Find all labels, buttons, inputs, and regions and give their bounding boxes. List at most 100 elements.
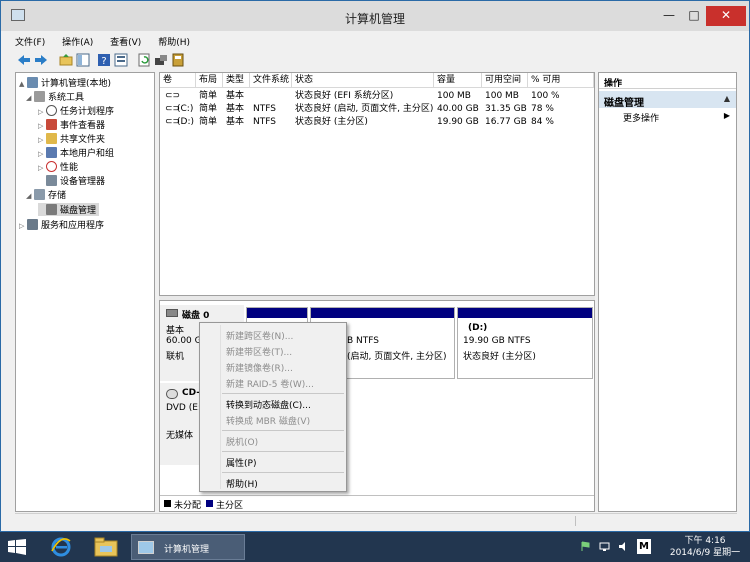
clock-icon: [46, 105, 57, 116]
system-clock[interactable]: 下午 4:16 2014/6/9 星期一: [664, 535, 746, 559]
collapse-up-icon[interactable]: ▲: [724, 94, 730, 103]
menu-file[interactable]: 文件(F): [15, 35, 45, 48]
file-explorer-icon[interactable]: [94, 536, 118, 558]
tree-expander[interactable]: ▷: [38, 122, 46, 130]
windows-start-icon[interactable]: [8, 539, 26, 555]
column-header-volume[interactable]: 卷: [160, 73, 196, 88]
cdrom-status: 无媒体: [166, 431, 194, 441]
tree-item-shared-folders[interactable]: ▷ 共享文件夹: [38, 132, 105, 145]
partition-c-status: (启动, 页面文件, 主分区): [347, 352, 447, 362]
volume-icon: ⊂⊃: [165, 91, 181, 101]
cell-filesystem: [250, 90, 253, 103]
tree-item-performance[interactable]: ▷ 性能: [38, 160, 78, 173]
up-folder-icon[interactable]: [59, 53, 73, 67]
context-menu: 新建跨区卷(N)... 新建带区卷(T)... 新建镜像卷(R)... 新建 R…: [199, 322, 347, 492]
column-header-percent-free[interactable]: % 可用: [528, 73, 594, 88]
menu-view[interactable]: 查看(V): [110, 35, 141, 48]
menu-item-convert-mbr[interactable]: 转换成 MBR 磁盘(V): [226, 414, 310, 427]
tree-expander[interactable]: ▷: [38, 164, 46, 172]
tree-item-label: 设备管理器: [60, 177, 106, 187]
menu-item-convert-dynamic[interactable]: 转换到动态磁盘(C)...: [226, 398, 311, 411]
cd-drive-icon: [166, 389, 178, 399]
tree-expander[interactable]: ◢: [26, 94, 34, 102]
legend-label-unallocated: 未分配: [174, 501, 202, 511]
action-center-flag-icon[interactable]: [580, 541, 591, 552]
network-icon[interactable]: [599, 541, 610, 552]
status-divider: [575, 516, 576, 526]
column-header-layout[interactable]: 布局: [196, 73, 223, 88]
menu-item-offline[interactable]: 脱机(O): [226, 435, 258, 448]
menu-item-new-mirrored-volume[interactable]: 新建镜像卷(R)...: [226, 361, 293, 374]
tree-item-disk-management[interactable]: 磁盘管理: [38, 203, 100, 216]
users-icon: [46, 147, 57, 158]
hard-disk-icon: [166, 309, 178, 317]
volume-speaker-icon[interactable]: [618, 541, 629, 552]
column-header-filesystem[interactable]: 文件系统: [250, 73, 292, 88]
cell-status: 状态良好 (启动, 页面文件, 主分区): [295, 104, 434, 114]
column-header-free-space[interactable]: 可用空间: [482, 73, 528, 88]
partition-d[interactable]: (D:) 19.90 GB NTFS 状态良好 (主分区): [457, 307, 593, 379]
partition-d-status: 状态良好 (主分区): [463, 352, 536, 362]
tree-item-label: 计算机管理(本地): [41, 79, 112, 89]
forward-arrow-icon[interactable]: [34, 53, 48, 67]
menu-gutter: [220, 325, 221, 489]
tree-expander[interactable]: ▷: [38, 136, 46, 144]
ime-indicator[interactable]: M: [637, 539, 651, 554]
tree-item-computer-management[interactable]: ▲ 计算机管理(本地): [19, 76, 111, 89]
taskbar-app-computer-management[interactable]: 计算机管理: [131, 534, 245, 560]
tree-item-storage[interactable]: ◢ 存储: [26, 188, 66, 201]
menu-action[interactable]: 操作(A): [62, 35, 93, 48]
column-header-type[interactable]: 类型: [223, 73, 250, 88]
cell-volume: (D:): [177, 117, 194, 127]
tree-item-task-scheduler[interactable]: ▷ 任务计划程序: [38, 104, 114, 117]
tree-item-event-viewer[interactable]: ▷ 事件查看器: [38, 118, 105, 131]
help-icon[interactable]: ?: [97, 53, 111, 67]
refresh-icon[interactable]: [137, 53, 151, 67]
menu-separator: [222, 430, 344, 431]
menu-help[interactable]: 帮助(H): [158, 35, 190, 48]
title-bar[interactable]: 计算机管理 — □ ✕: [1, 1, 749, 31]
tree-item-label: 性能: [60, 163, 79, 173]
tree-item-local-users[interactable]: ▷ 本地用户和组: [38, 146, 114, 159]
tree-expander[interactable]: ▷: [38, 150, 46, 158]
properties-icon[interactable]: [114, 53, 128, 67]
minimize-button[interactable]: —: [657, 6, 681, 26]
cell-capacity: 100 MB: [437, 91, 471, 101]
cell-type: 基本: [226, 104, 245, 114]
tree-expander[interactable]: ◢: [26, 192, 34, 200]
menu-item-properties[interactable]: 属性(P): [226, 456, 256, 469]
actions-header: 操作: [599, 73, 736, 89]
close-button[interactable]: ✕: [706, 6, 746, 26]
tools-icon: [34, 91, 45, 102]
back-arrow-icon[interactable]: [17, 53, 31, 67]
column-header-status[interactable]: 状态: [292, 73, 434, 88]
menu-separator: [222, 451, 344, 452]
legend: 未分配 主分区: [160, 495, 594, 511]
menu-item-new-raid5-volume[interactable]: 新建 RAID-5 卷(W)...: [226, 377, 314, 390]
tree-expander[interactable]: ▲: [19, 80, 27, 88]
legend-swatch-unallocated: [164, 500, 171, 507]
partition-d-label: (D:): [468, 323, 488, 333]
maximize-button[interactable]: □: [683, 6, 705, 26]
tree-expander[interactable]: ▷: [19, 222, 27, 230]
cell-type: 基本: [226, 91, 245, 101]
tree-item-system-tools[interactable]: ◢ 系统工具: [26, 90, 84, 103]
internet-explorer-icon[interactable]: [50, 536, 72, 558]
column-header-capacity[interactable]: 容量: [434, 73, 482, 88]
menu-item-new-striped-volume[interactable]: 新建带区卷(T)...: [226, 345, 292, 358]
disk-icon[interactable]: [171, 53, 185, 67]
navigation-tree: ▲ 计算机管理(本地) ◢ 系统工具 ▷ 任务计划程序 ▷ 事件查看器 ▷ 共享文件夹 ▷…: [15, 72, 155, 512]
actions-more-actions[interactable]: 更多操作 ▶: [599, 110, 736, 124]
tree-item-services[interactable]: ▷ 服务和应用程序: [19, 218, 104, 231]
event-viewer-icon: [46, 119, 57, 130]
taskbar: 计算机管理 M 下午 4:16 2014/6/9 星期一: [0, 532, 750, 562]
tree-item-device-manager[interactable]: 设备管理器: [38, 174, 105, 187]
svg-text:?: ?: [101, 56, 106, 67]
menu-item-help[interactable]: 帮助(H): [226, 477, 258, 490]
cell-capacity: 19.90 GB: [437, 117, 479, 127]
actions-section-disk-management[interactable]: 磁盘管理 ▲: [599, 91, 736, 109]
export-icon[interactable]: [154, 53, 168, 67]
tree-expander[interactable]: ▷: [38, 108, 46, 116]
menu-item-new-spanned-volume[interactable]: 新建跨区卷(N)...: [226, 329, 293, 342]
show-hide-tree-icon[interactable]: [76, 53, 90, 67]
